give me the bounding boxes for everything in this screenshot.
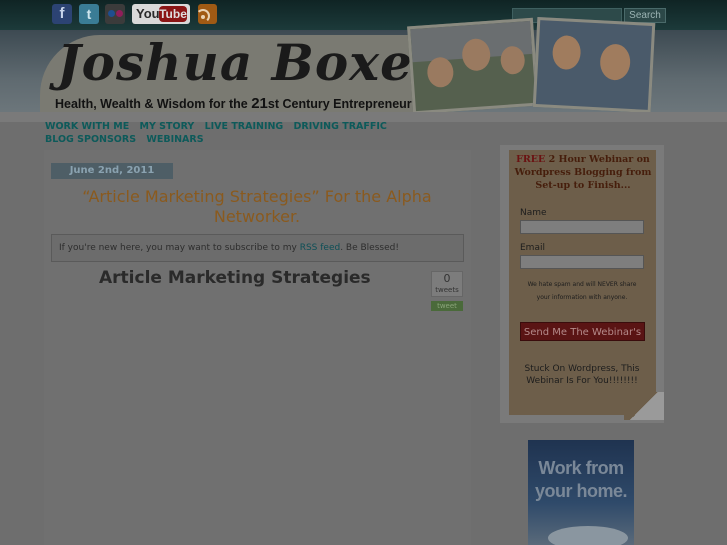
search-button[interactable]: Search	[624, 8, 666, 23]
nav-item-blog-sponsors[interactable]: BLOG SPONSORS	[45, 134, 136, 145]
ad-cloud	[548, 526, 628, 545]
email-field[interactable]	[520, 255, 644, 269]
rss-icon[interactable]	[196, 4, 217, 24]
family-photo	[407, 17, 539, 115]
name-field[interactable]	[520, 220, 644, 234]
send-webinar-button[interactable]: Send Me The Webinar's	[520, 322, 645, 341]
rss-notice: If you're new here, you may want to subs…	[51, 234, 464, 262]
page-curl	[624, 392, 664, 420]
name-label: Name	[520, 208, 547, 218]
main-nav: WORK WITH ME MY STORY LIVE TRAINING DRIV…	[45, 120, 465, 146]
privacy-note: We hate spam and will NEVER share your i…	[527, 281, 637, 301]
nav-item-my-story[interactable]: MY STORY	[140, 121, 195, 132]
couple-photo	[532, 16, 656, 114]
email-label: Email	[520, 243, 545, 253]
flickr-icon[interactable]	[105, 4, 125, 24]
ad-text: Work from your home.	[534, 458, 628, 501]
optin-headline: FREE 2 Hour Webinar on Wordpress Bloggin…	[514, 153, 652, 192]
nav-item-webinars[interactable]: WEBINARS	[146, 134, 203, 145]
optin-free-label: FREE	[516, 154, 546, 165]
site-logo[interactable]: Joshua Boxer	[57, 33, 440, 92]
twitter-icon[interactable]: t	[79, 4, 99, 24]
tweet-button[interactable]: tweet	[431, 301, 463, 311]
facebook-icon[interactable]: f	[52, 4, 72, 24]
tweet-count: 0	[443, 272, 451, 285]
post-date: June 2nd, 2011	[51, 163, 173, 179]
youtube-icon[interactable]: You Tube	[132, 4, 190, 24]
nav-item-live-training[interactable]: LIVE TRAINING	[205, 121, 284, 132]
youtube-tube-text: Tube	[159, 6, 187, 22]
nav-item-work-with-me[interactable]: WORK WITH ME	[45, 121, 129, 132]
work-from-home-ad[interactable]: Work from your home.	[528, 440, 634, 545]
tagline-number: 21	[251, 95, 268, 112]
tagline-suffix: st Century Entrepreneur	[267, 97, 412, 111]
youtube-you-text: You	[136, 6, 160, 21]
tweet-counter: 0 tweets	[431, 271, 463, 297]
rss-notice-suffix: . Be Blessed!	[340, 243, 399, 253]
rss-notice-text: If you're new here, you may want to subs…	[59, 243, 300, 253]
tagline-part1: Health, Wealth & Wisdom for the	[55, 97, 252, 111]
site-tagline: Health, Wealth & Wisdom for the 21st Cen…	[55, 95, 412, 112]
tweet-label: tweets	[435, 286, 459, 294]
optin-footer: Stuck On Wordpress, This Webinar Is For …	[524, 364, 640, 386]
nav-item-driving-traffic[interactable]: DRIVING TRAFFIC	[294, 121, 387, 132]
article-heading: Article Marketing Strategies	[99, 268, 371, 288]
post-title[interactable]: “Article Marketing Strategies” For the A…	[62, 187, 452, 227]
rss-feed-link[interactable]: RSS feed	[300, 243, 341, 253]
